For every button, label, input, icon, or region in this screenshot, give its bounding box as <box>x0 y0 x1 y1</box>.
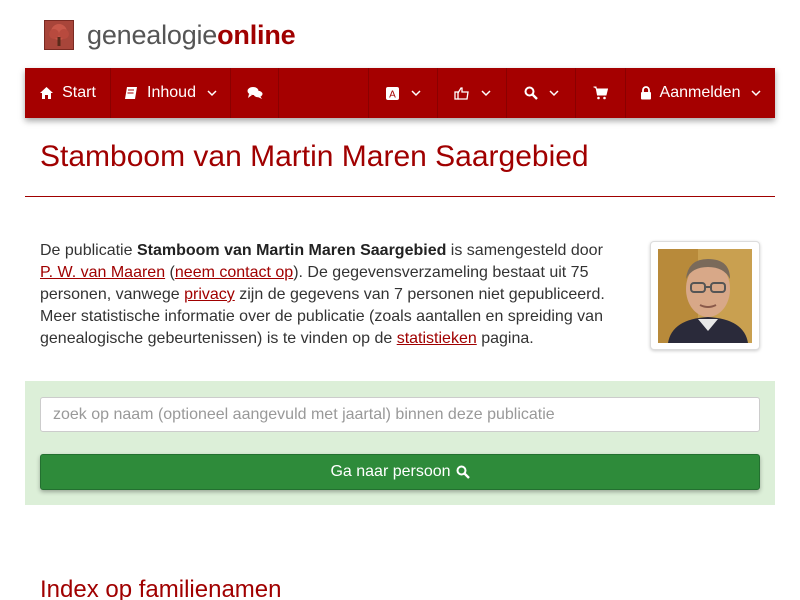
nav-inhoud[interactable]: Inhoud <box>111 68 231 118</box>
chevron-down-icon <box>751 89 761 97</box>
thumbs-up-icon <box>453 86 470 100</box>
author-link[interactable]: P. W. van Maaren <box>40 264 165 281</box>
nav-inhoud-label: Inhoud <box>147 84 196 101</box>
author-photo <box>658 249 752 343</box>
chevron-down-icon <box>480 89 491 97</box>
nav-like[interactable] <box>438 68 507 118</box>
chevron-down-icon <box>207 89 217 97</box>
site-brand[interactable]: genealogieonline <box>44 18 296 52</box>
svg-text:A: A <box>389 89 396 100</box>
brand-name: genealogieonline <box>87 19 296 50</box>
title-divider <box>25 196 775 197</box>
publication-intro: De publicatie Stamboom van Martin Maren … <box>40 240 620 350</box>
intro-text: pagina. <box>476 330 534 347</box>
main-navbar: Start Inhoud A Aanmelden <box>25 68 775 118</box>
nav-language[interactable]: A <box>369 68 438 118</box>
go-to-person-label: Ga naar persoon <box>330 463 451 480</box>
intro-text: De publicatie <box>40 242 137 259</box>
person-search-input[interactable] <box>40 397 760 432</box>
intro-text: is samengesteld door <box>446 242 603 259</box>
chevron-down-icon <box>548 89 559 97</box>
author-photo-frame[interactable] <box>650 241 760 350</box>
home-icon <box>39 86 54 100</box>
nav-forum[interactable] <box>231 68 279 118</box>
nav-spacer <box>279 68 369 118</box>
go-to-person-button[interactable]: Ga naar persoon <box>40 454 760 490</box>
book-icon <box>124 86 139 100</box>
surname-index-heading: Index op familienamen <box>40 576 282 600</box>
nav-search[interactable] <box>507 68 576 118</box>
chevron-down-icon <box>411 89 421 97</box>
lock-icon <box>640 86 652 100</box>
search-icon <box>524 86 538 100</box>
nav-start[interactable]: Start <box>25 68 111 118</box>
language-icon: A <box>385 86 400 101</box>
comments-icon <box>247 86 263 100</box>
privacy-link[interactable]: privacy <box>184 286 235 303</box>
search-panel: Ga naar persoon <box>25 381 775 505</box>
nav-login[interactable]: Aanmelden <box>626 68 775 118</box>
contact-link[interactable]: neem contact op <box>175 264 293 281</box>
publication-name: Stamboom van Martin Maren Saargebied <box>136 242 447 259</box>
cart-icon <box>593 86 608 100</box>
tree-logo-icon <box>44 20 74 50</box>
nav-cart[interactable] <box>576 68 626 118</box>
search-icon <box>456 465 470 479</box>
intro-text: ( <box>165 264 175 281</box>
nav-login-label: Aanmelden <box>659 84 741 101</box>
nav-start-label: Start <box>62 84 96 101</box>
statistics-link[interactable]: statistieken <box>397 330 477 347</box>
page-title: Stamboom van Martin Maren Saargebied <box>40 140 589 173</box>
